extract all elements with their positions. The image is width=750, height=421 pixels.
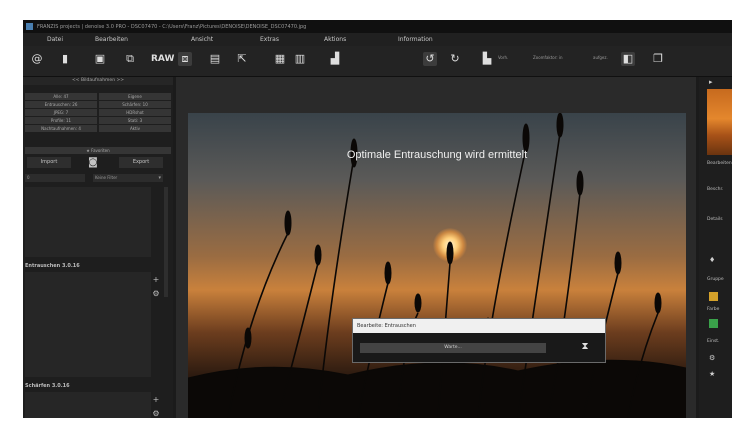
filter-dropdown-value: Keine Filter — [95, 175, 118, 180]
right-label-details: Details — [707, 217, 723, 222]
filter-select-row: 0 Keine Filter ▾ — [25, 174, 171, 182]
count-input[interactable]: 0 — [25, 174, 85, 182]
filter-dropdown[interactable]: Keine Filter ▾ — [93, 174, 163, 182]
filter-all[interactable]: Alle: 47 — [25, 93, 97, 100]
copy-frame-icon[interactable]: ❐ — [651, 52, 665, 66]
menu-view[interactable]: Ansicht — [191, 36, 213, 43]
export-button[interactable]: Export — [119, 157, 163, 168]
panel-toggle-icon[interactable]: ▸ — [709, 77, 719, 87]
left-scrollbar[interactable] — [164, 187, 168, 297]
add-icon[interactable]: + — [151, 275, 161, 285]
file-icon[interactable]: ▮ — [58, 52, 72, 66]
menu-file[interactable]: Datei — [47, 36, 63, 43]
right-label-settings: Einst. — [707, 339, 720, 344]
menu-bar: Datei Bearbeiten Ansicht Extras Aktions … — [23, 33, 732, 46]
tag-icon[interactable]: ♦ — [709, 255, 719, 265]
image-icon[interactable]: ▣ — [93, 52, 107, 66]
filter-hdr[interactable]: HDRshot — [99, 109, 171, 116]
filter-grid: Alle: 47 Eigene Entrauschen: 26 Schärfen… — [25, 93, 171, 133]
settings-icon-2[interactable]: ⚙ — [151, 409, 161, 418]
filter-status[interactable]: Stati: 3 — [99, 117, 171, 124]
pane-title-sharpen: Schärfen 3.0.16 — [25, 383, 70, 389]
hourglass-icon: ⧗ — [581, 341, 589, 352]
save-icon[interactable]: ▤ — [208, 52, 222, 66]
filter-own[interactable]: Eigene — [99, 93, 171, 100]
right-label-desc: Beschr. — [707, 187, 724, 192]
before-after-icon[interactable]: ◧ — [621, 52, 635, 66]
panel-header: << Bildaufnahmen >> — [23, 77, 173, 85]
view-mode-label: Vorh. — [498, 55, 509, 60]
menu-information[interactable]: Information — [398, 36, 433, 43]
after-label: aufgez. — [593, 55, 608, 60]
pane-title-denoise: Entrauschen 3.0.16 — [25, 263, 80, 269]
print-icon[interactable]: ▦ — [273, 52, 287, 66]
filter-profiles[interactable]: Profile: 11 — [25, 117, 97, 124]
right-label-edit: Bearbeiten — [707, 161, 732, 166]
camera-icon[interactable]: ◙ — [86, 156, 100, 169]
navigator-thumbnail[interactable] — [707, 89, 732, 155]
import-export-row: Import ◙ Export — [23, 156, 173, 172]
chevron-down-icon: ▾ — [158, 175, 161, 181]
star-icon-right[interactable]: ★ — [709, 369, 719, 379]
add-icon-2[interactable]: + — [151, 395, 161, 405]
progress-dialog: Bearbeite: Entrauschen Warte... ⧗ — [352, 318, 606, 363]
right-panel: ▸ Bearbeiten Beschr. Details ♦ Gruppe Fa… — [699, 77, 732, 418]
main-toolbar: @ ▮ ▣ ⧉ RAW ⧈ ▤ ⇱ ▦ ▥ ▟ ↺ ↻ ▙ Vorh. Zoom… — [23, 46, 732, 77]
menu-extras[interactable]: Extras — [260, 36, 279, 43]
histogram-icon[interactable]: ▟ — [328, 52, 342, 66]
app-logo-icon — [26, 23, 33, 30]
compare-icon[interactable]: ▥ — [293, 52, 307, 66]
crop-icon[interactable]: ⧈ — [178, 52, 192, 66]
app-window: FRANZIS projects | denoise 3.0 PRO - DSC… — [23, 20, 732, 418]
preset-list-1[interactable] — [25, 187, 151, 257]
filter-sharpen[interactable]: Schärfen: 10 — [99, 101, 171, 108]
favorites-button[interactable]: ★ Favoriten — [25, 147, 171, 154]
window-title: FRANZIS projects | denoise 3.0 PRO - DSC… — [37, 23, 307, 30]
image-viewer[interactable]: Optimale Entrauschung wird ermittelt Bea… — [176, 77, 696, 418]
settings-icon[interactable]: ⚙ — [151, 289, 161, 299]
dialog-title: Bearbeite: Entrauschen — [353, 319, 605, 333]
zoom-label: Zoomfaktor: in — [533, 55, 563, 60]
copy-icon[interactable]: ⧉ — [123, 52, 137, 66]
import-button[interactable]: Import — [27, 157, 71, 168]
raw-button[interactable]: RAW — [151, 52, 174, 66]
processing-caption: Optimale Entrauschung wird ermittelt — [346, 149, 528, 161]
title-bar: FRANZIS projects | denoise 3.0 PRO - DSC… — [23, 20, 732, 33]
help-icon[interactable]: @ — [30, 52, 44, 66]
filter-night[interactable]: Nachtaufnahmen: 4 — [25, 125, 97, 132]
preset-list-2[interactable] — [25, 272, 151, 377]
gear-icon[interactable]: ⚙ — [709, 353, 719, 363]
menu-actions[interactable]: Aktions — [324, 36, 346, 43]
menu-edit[interactable]: Bearbeiten — [95, 36, 128, 43]
filter-active[interactable]: Aktiv — [99, 125, 171, 132]
preset-list-3[interactable] — [25, 392, 151, 418]
progress-bar: Warte... — [360, 343, 546, 353]
color-swatch-yellow[interactable] — [709, 292, 718, 301]
right-label-color: Farbe — [707, 307, 720, 312]
favorites-label: Favoriten — [91, 148, 110, 153]
filter-jpeg[interactable]: JPEG: 7 — [25, 109, 97, 116]
rotate-right-icon[interactable]: ↻ — [448, 52, 462, 66]
preview-photo: Optimale Entrauschung wird ermittelt Bea… — [188, 113, 686, 418]
left-panel: << Bildaufnahmen >> Alle: 47 Eigene Entr… — [23, 77, 173, 418]
right-label-group: Gruppe — [707, 277, 724, 282]
split-icon[interactable]: ▙ — [480, 52, 494, 66]
color-swatch-green[interactable] — [709, 319, 718, 328]
rotate-left-icon[interactable]: ↺ — [423, 52, 437, 66]
filter-denoise[interactable]: Entrauschen: 26 — [25, 101, 97, 108]
export-icon[interactable]: ⇱ — [235, 52, 249, 66]
